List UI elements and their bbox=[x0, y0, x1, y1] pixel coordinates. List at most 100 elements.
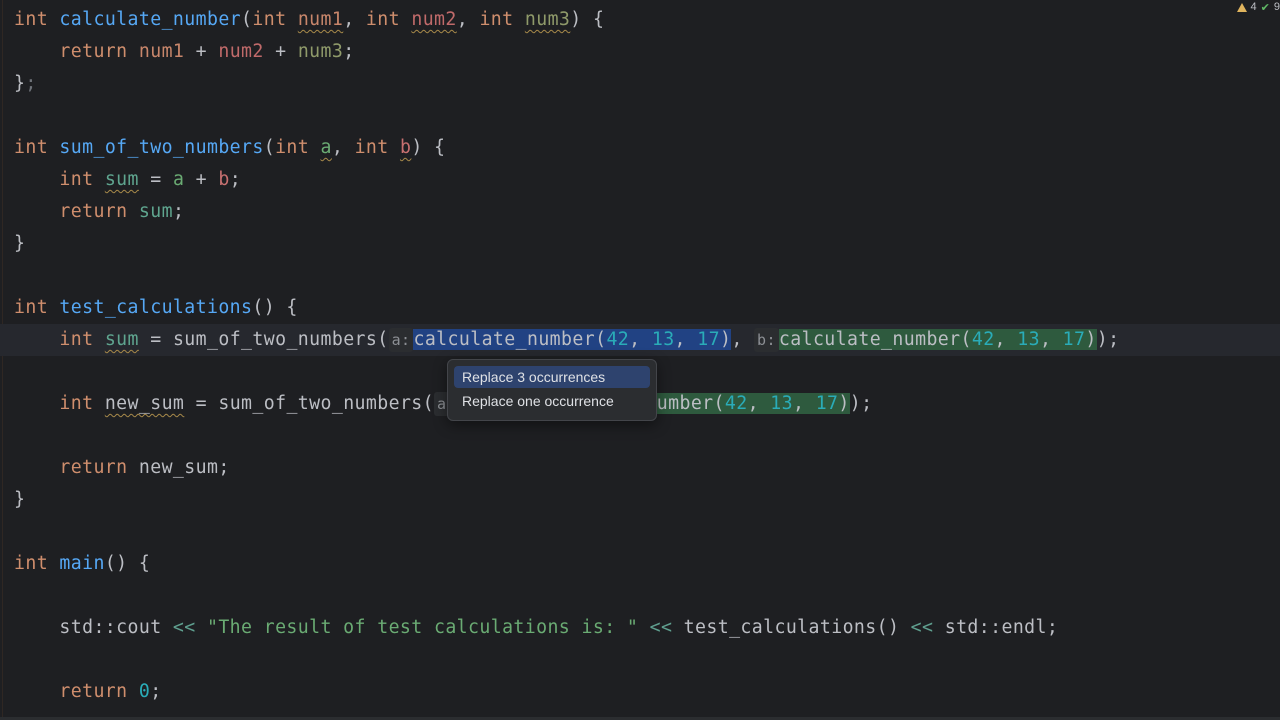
punct: ( bbox=[241, 9, 253, 30]
punct: ( bbox=[263, 137, 276, 158]
semicolon: ; bbox=[150, 681, 162, 702]
number: 13 bbox=[651, 329, 675, 350]
param-num3: num3 bbox=[524, 9, 571, 30]
number: 17 bbox=[697, 329, 720, 350]
string-literal: "The result of test calculations is: " bbox=[206, 617, 639, 638]
code-line-16[interactable]: } bbox=[14, 484, 25, 516]
warning-triangle-icon bbox=[1236, 2, 1247, 12]
keyword: int bbox=[59, 393, 94, 414]
std-endl: std::endl bbox=[944, 617, 1047, 638]
brace: } bbox=[14, 489, 26, 510]
std-cout: std::cout bbox=[59, 617, 162, 638]
operator: + bbox=[184, 41, 219, 62]
var-num3: num3 bbox=[297, 41, 344, 62]
keyword: int bbox=[14, 553, 49, 574]
code-line-18[interactable]: int main() { bbox=[14, 548, 150, 580]
brace: } bbox=[14, 233, 26, 254]
number: 42 bbox=[971, 329, 995, 350]
code-line-15[interactable]: return new_sum; bbox=[14, 452, 230, 484]
keyword: int bbox=[479, 9, 514, 30]
param-hint-b: b: bbox=[754, 328, 779, 352]
keyword: return bbox=[59, 41, 128, 62]
keyword: int bbox=[365, 9, 400, 30]
keyword: int bbox=[14, 137, 49, 158]
operator: = bbox=[138, 329, 173, 350]
code-line-2[interactable]: return num1 + num2 + num3; bbox=[14, 36, 355, 68]
var-num2: num2 bbox=[218, 41, 264, 62]
punct: ) bbox=[838, 393, 850, 414]
punct: , bbox=[731, 329, 755, 350]
punct: , bbox=[793, 393, 816, 414]
param-num2: num2 bbox=[411, 9, 457, 30]
ok-count: 9 bbox=[1273, 1, 1280, 13]
semicolon: ; bbox=[25, 73, 37, 94]
call-sum-of-two-numbers: sum_of_two_numbers( bbox=[218, 393, 434, 414]
function-name: sum_of_two_numbers bbox=[59, 137, 264, 158]
var-a: a bbox=[172, 169, 185, 190]
punct: , bbox=[1039, 329, 1063, 350]
number: 42 bbox=[606, 329, 630, 350]
occurrence-highlight: calculate_number(42, 13, 17) bbox=[778, 329, 1097, 350]
code-line-3[interactable]: }; bbox=[14, 68, 37, 100]
keyword: int bbox=[275, 137, 310, 158]
var-num1: num1 bbox=[138, 41, 185, 62]
semicolon: ; bbox=[218, 457, 230, 478]
call-test-calculations: test_calculations() bbox=[683, 617, 900, 638]
code-line-6[interactable]: int sum = a + b; bbox=[14, 164, 241, 196]
punct: , bbox=[629, 329, 652, 350]
punct: ); bbox=[1096, 329, 1120, 350]
punct: , bbox=[343, 9, 366, 30]
code-line-10[interactable]: int test_calculations() { bbox=[14, 292, 298, 324]
code-line-20[interactable]: std::cout << "The result of test calcula… bbox=[14, 612, 1058, 644]
var-sum: sum bbox=[104, 329, 139, 350]
punct: ) bbox=[719, 329, 732, 350]
keyword: int bbox=[14, 297, 49, 318]
operator: << bbox=[161, 617, 207, 638]
semicolon: ; bbox=[343, 41, 355, 62]
function-name: test_calculations bbox=[59, 297, 253, 318]
keyword: return bbox=[59, 681, 128, 702]
keyword: int bbox=[59, 169, 94, 190]
operator: << bbox=[899, 617, 945, 638]
code-line-7[interactable]: return sum; bbox=[14, 196, 184, 228]
punct: ); bbox=[849, 393, 873, 414]
check-icon: ✔ bbox=[1260, 1, 1270, 14]
code-line-11-current[interactable]: int sum = sum_of_two_numbers(a: calculate… bbox=[0, 324, 1280, 356]
number: 42 bbox=[724, 393, 748, 414]
semicolon: ; bbox=[229, 169, 242, 190]
keyword: int bbox=[14, 9, 49, 30]
number: 17 bbox=[815, 393, 839, 414]
code-line-1[interactable]: int calculate_number(int num1, int num2,… bbox=[14, 4, 604, 36]
code-line-22[interactable]: return 0; bbox=[14, 676, 162, 708]
function-name: main bbox=[59, 553, 105, 574]
keyword: return bbox=[59, 201, 128, 222]
semicolon: ; bbox=[1046, 617, 1059, 638]
code-line-8[interactable]: } bbox=[14, 228, 25, 260]
code-line-5[interactable]: int sum_of_two_numbers(int a, int b) { bbox=[14, 132, 445, 164]
punct: , bbox=[331, 137, 355, 158]
semicolon: ; bbox=[172, 201, 185, 222]
occurrence-highlight: number(42, 13, 17) bbox=[645, 393, 850, 414]
function-call: calculate_number( bbox=[413, 329, 607, 350]
code-editor[interactable]: 4 ✔ 9 int calculate_number(int num1, int… bbox=[0, 0, 1280, 720]
code-line-13[interactable]: int new_sum = sum_of_two_numbers(a number… bbox=[14, 388, 872, 420]
function-call: calculate_number( bbox=[778, 329, 972, 350]
menu-item-replace-one[interactable]: Replace one occurrence bbox=[454, 390, 650, 412]
selected-expression[interactable]: calculate_number(42, 13, 17) bbox=[413, 329, 732, 350]
keyword: int bbox=[59, 329, 94, 350]
punct: () { bbox=[104, 553, 151, 574]
var-new-sum: new_sum bbox=[104, 393, 185, 414]
keyword: int bbox=[354, 137, 389, 158]
operator: + bbox=[263, 41, 298, 62]
operator: + bbox=[184, 169, 219, 190]
function-name: calculate_number bbox=[59, 9, 242, 30]
operator: << bbox=[638, 617, 684, 638]
punct: ) { bbox=[570, 9, 605, 30]
punct: , bbox=[994, 329, 1018, 350]
brace: } bbox=[14, 73, 26, 94]
punct: , bbox=[674, 329, 698, 350]
punct: ) bbox=[1085, 329, 1097, 350]
param-num1: num1 bbox=[297, 9, 344, 30]
menu-item-replace-all[interactable]: Replace 3 occurrences bbox=[454, 366, 650, 388]
inspection-status[interactable]: 4 ✔ 9 bbox=[1236, 0, 1280, 14]
